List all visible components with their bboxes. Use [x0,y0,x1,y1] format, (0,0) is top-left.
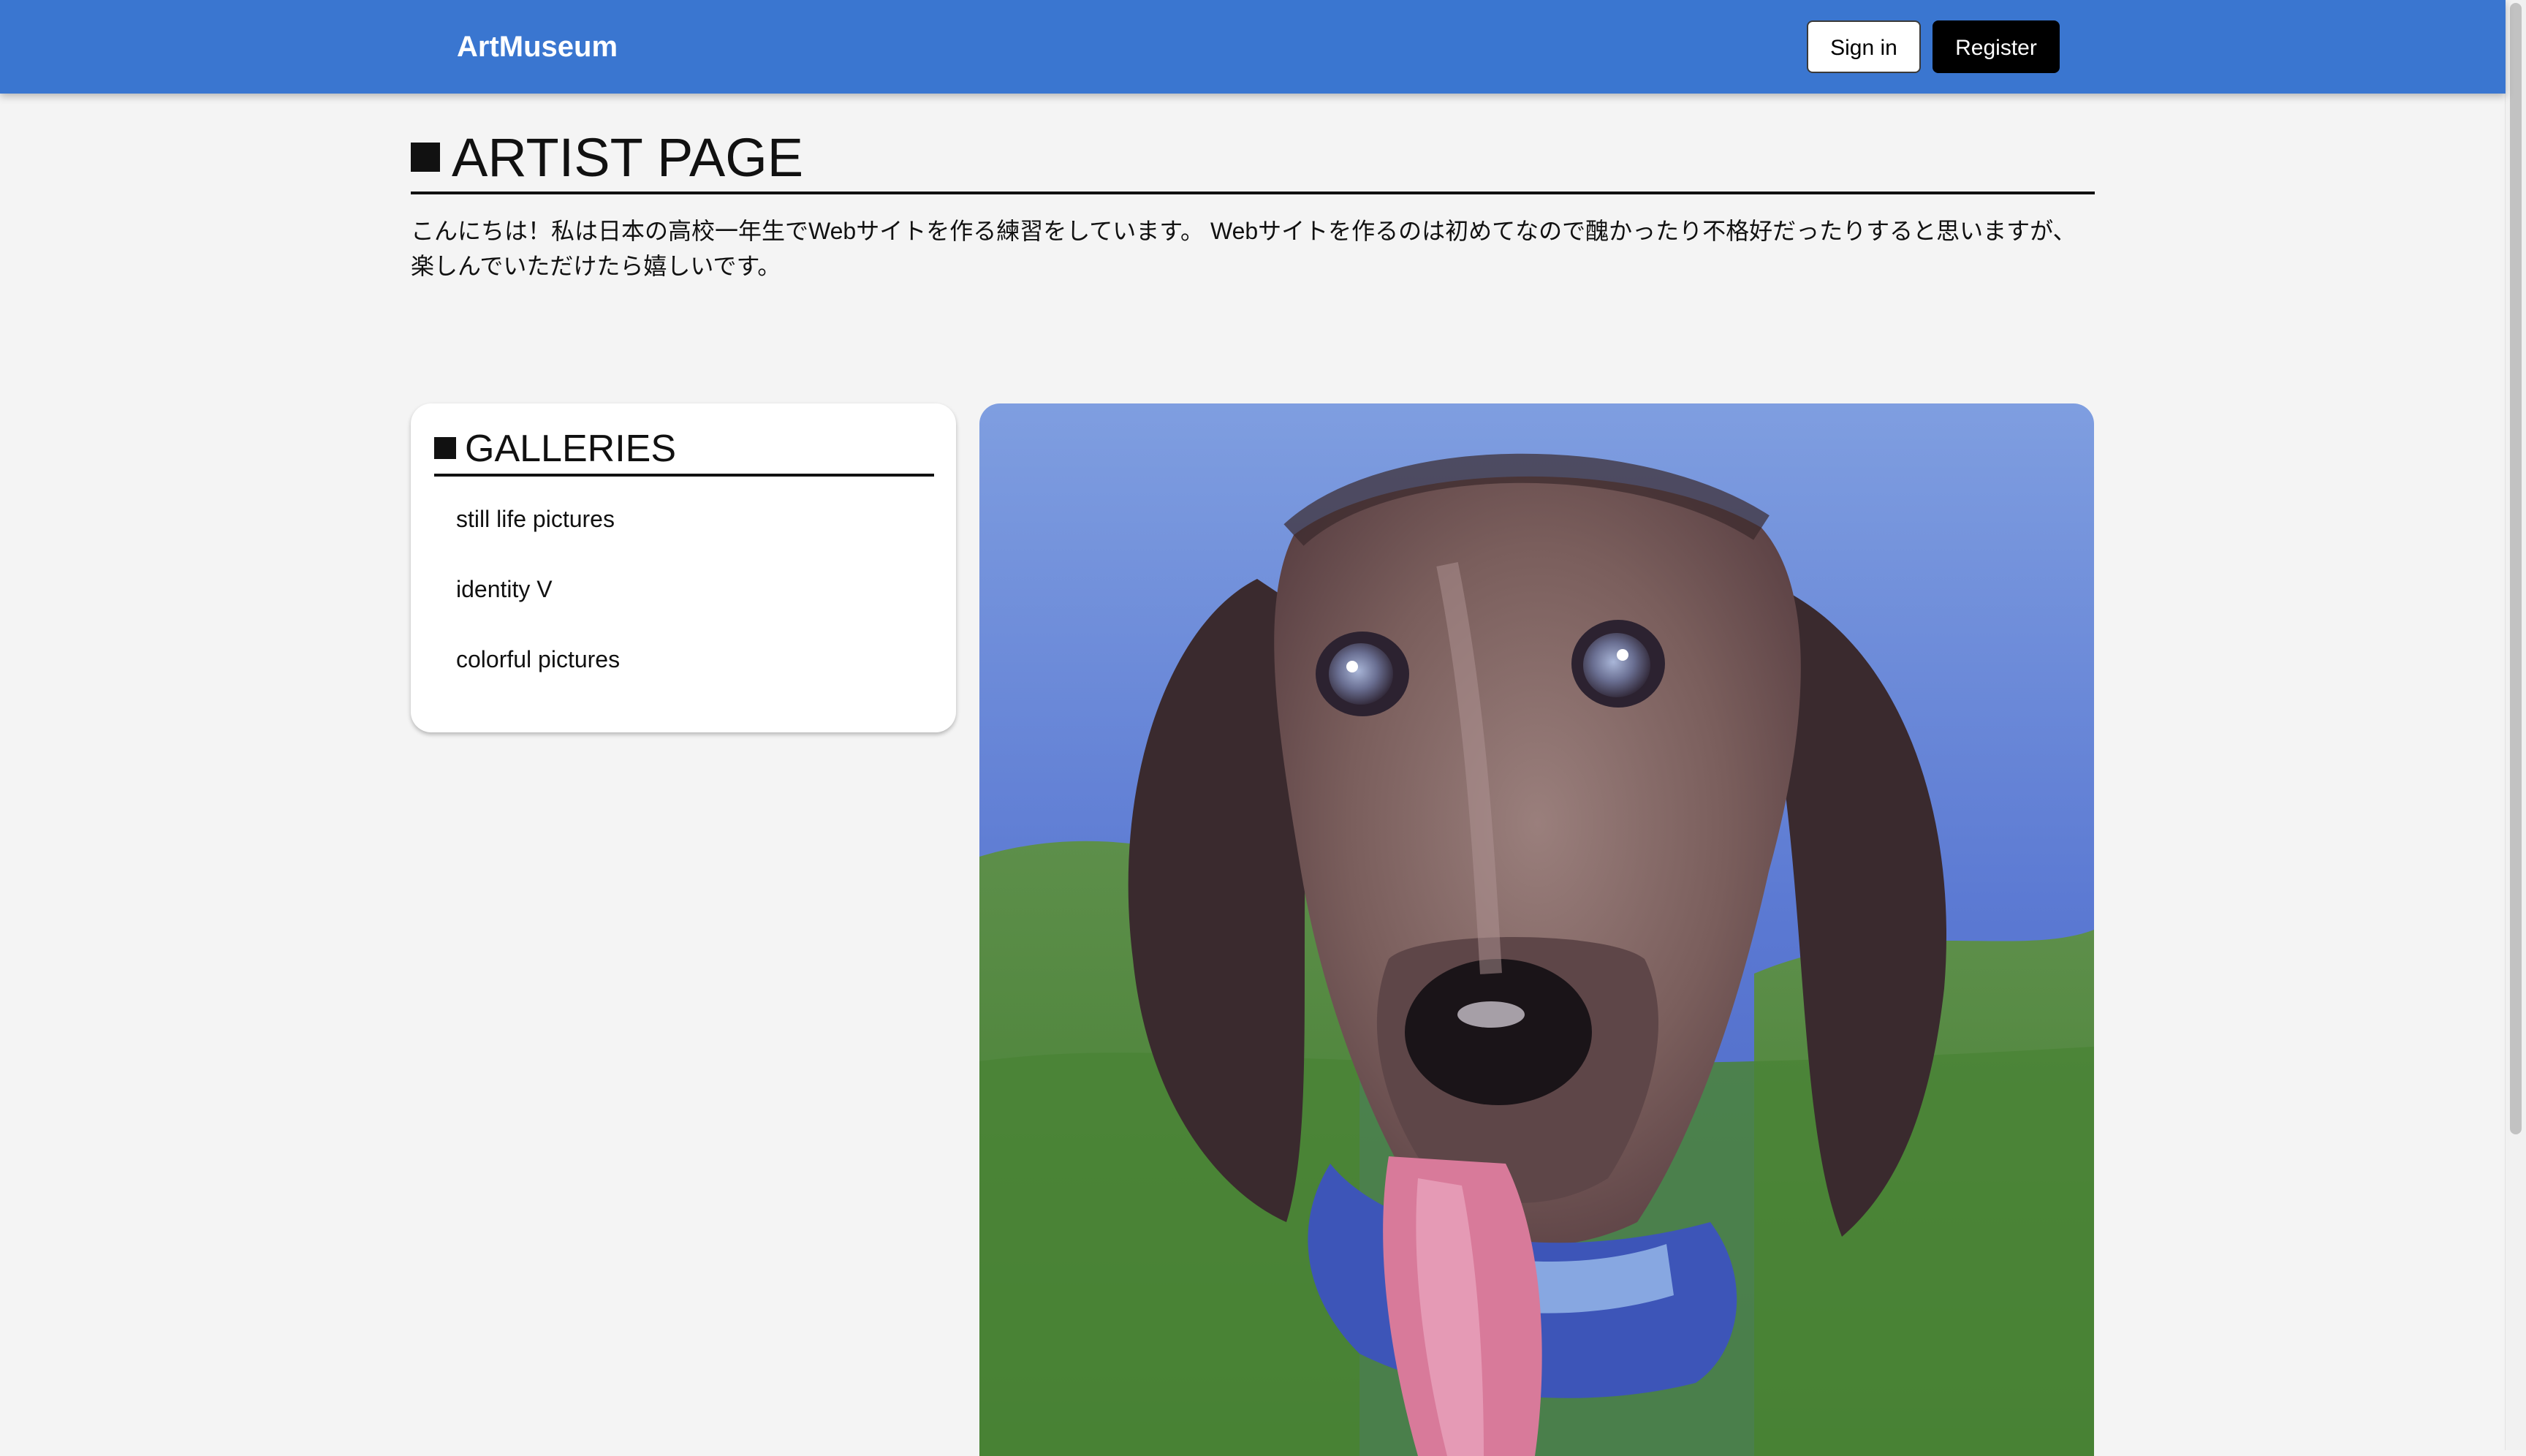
square-bullet-icon [411,143,440,172]
galleries-heading-text: GALLERIES [465,428,677,470]
dog-painting-image [979,403,2094,1456]
page-scrollbar[interactable] [2505,0,2526,1450]
scrollbar-thumb[interactable] [2510,3,2522,1134]
intro-line: こんにちは！私は日本の高校一年生でWebサイトを作る練習をしています。 Webサ… [411,218,2076,244]
gallery-list: still life pictures identity V colorful … [456,501,620,712]
intro-text: こんにちは！私は日本の高校一年生でWebサイトを作る練習をしています。 Webサ… [411,213,2106,284]
gallery-link-identity-v[interactable]: identity V [456,572,620,642]
page-title-text: ARTIST PAGE [452,127,804,188]
register-button[interactable]: Register [1933,20,2060,73]
galleries-heading: GALLERIES [434,425,934,477]
galleries-card: GALLERIES still life pictures identity V… [411,403,956,732]
sign-in-button[interactable]: Sign in [1807,20,1921,73]
gallery-link-colorful[interactable]: colorful pictures [456,642,620,712]
gallery-link-still-life[interactable]: still life pictures [456,501,620,572]
intro-line: 楽しんでいただけたら嬉しいです。 [411,253,781,279]
square-bullet-icon [434,437,456,460]
brand-logo[interactable]: ArtMuseum [457,26,618,67]
top-navbar: ArtMuseum Sign in Register [0,0,2506,94]
page-title: ARTIST PAGE [411,126,2095,194]
